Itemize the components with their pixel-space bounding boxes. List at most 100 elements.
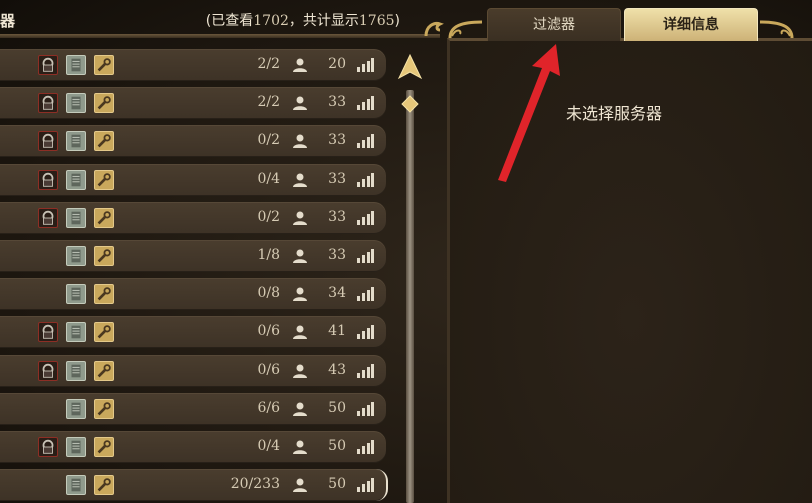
tab-ornament-right-icon (759, 20, 794, 39)
server-row[interactable]: 0/2 33 (0, 125, 386, 158)
person-icon (293, 96, 307, 111)
server-row[interactable]: 1/8 33 (0, 240, 386, 272)
dedicated-server-icon (66, 93, 86, 114)
person-icon (293, 249, 307, 263)
ping-value: 50 (328, 476, 346, 493)
server-list-title: 器 (0, 12, 16, 30)
signal-strength-icon (357, 287, 374, 302)
server-row[interactable]: 0/6 41 (0, 316, 386, 349)
mod-wrench-icon (94, 131, 114, 152)
ping-value: 20 (328, 56, 346, 72)
password-lock-icon (38, 169, 58, 190)
player-count: 20/233 (230, 476, 280, 493)
server-row[interactable]: 6/6 50 (0, 392, 386, 425)
player-count: 0/4 (257, 170, 280, 187)
server-row[interactable]: 0/4 33 (0, 163, 386, 196)
mod-wrench-icon (94, 322, 114, 343)
signal-strength-icon (357, 401, 374, 416)
person-icon (293, 325, 307, 340)
server-browser: 器 (已查看1702，共计显示1765) 2/2 20 2/2 33 0/2 33 0/4 3… (0, 0, 812, 503)
person-icon (293, 173, 307, 187)
server-row[interactable]: 2/2 20 (0, 49, 386, 81)
mod-wrench-icon (94, 55, 114, 75)
count-prefix: (已查看 (205, 13, 254, 29)
dedicated-server-icon (66, 131, 86, 152)
server-row[interactable]: 0/8 34 (0, 278, 386, 311)
ping-value: 33 (328, 208, 346, 225)
dedicated-server-icon (66, 437, 86, 457)
signal-strength-icon (357, 210, 374, 225)
ping-value: 34 (328, 285, 346, 302)
player-count: 0/2 (257, 208, 280, 225)
scrollbar-track[interactable] (406, 90, 414, 503)
count-suffix: ) (394, 13, 400, 29)
dedicated-server-icon (66, 398, 86, 419)
mod-wrench-icon (94, 284, 114, 305)
signal-strength-icon (357, 478, 374, 493)
password-lock-icon (38, 131, 58, 152)
red-arrow-annotation-icon (498, 44, 560, 182)
tab-filter[interactable]: 过滤器 (487, 8, 621, 41)
dedicated-server-icon (66, 284, 86, 305)
server-row[interactable]: 2/2 33 (0, 87, 386, 120)
mod-wrench-icon (94, 207, 114, 228)
mod-wrench-icon (94, 246, 114, 266)
total-count: 1765 (358, 13, 395, 29)
signal-strength-icon (357, 440, 374, 454)
player-count: 1/8 (257, 247, 280, 263)
mod-wrench-icon (94, 437, 114, 457)
no-server-selected-text: 未选择服务器 (566, 104, 663, 123)
mod-wrench-icon (94, 360, 114, 381)
scroll-up-arrow-icon[interactable] (396, 54, 424, 80)
signal-strength-icon (357, 172, 374, 187)
server-count-text: (已查看1702，共计显示1765) (206, 10, 400, 30)
player-count: 0/2 (257, 132, 280, 149)
dedicated-server-icon (66, 169, 86, 190)
mod-wrench-icon (94, 475, 114, 496)
player-count: 6/6 (257, 399, 280, 416)
person-icon (293, 364, 307, 378)
person-icon (293, 478, 307, 493)
password-lock-icon (38, 360, 58, 381)
password-lock-icon (38, 93, 58, 114)
tab-ornament-left-icon (448, 20, 483, 39)
password-lock-icon (38, 437, 58, 457)
ping-value: 33 (328, 170, 346, 187)
server-row[interactable]: 20/233 50 (0, 469, 388, 502)
mod-wrench-icon (94, 398, 114, 419)
scrollbar-thumb[interactable] (401, 95, 419, 113)
ping-value: 33 (328, 247, 346, 263)
person-icon (293, 58, 307, 72)
ping-value: 33 (328, 132, 346, 149)
server-row[interactable]: 0/4 50 (0, 431, 386, 463)
ping-value: 41 (328, 323, 346, 340)
player-count: 0/8 (257, 285, 280, 302)
person-icon (293, 440, 307, 454)
server-list-header: 器 (已查看1702，共计显示1765) (0, 0, 444, 40)
ping-value: 33 (328, 94, 346, 111)
person-icon (293, 287, 307, 302)
dedicated-server-icon (66, 207, 86, 228)
server-row[interactable]: 0/6 43 (0, 354, 386, 387)
ping-value: 50 (328, 438, 346, 454)
signal-strength-icon (357, 249, 374, 263)
signal-strength-icon (357, 134, 374, 149)
header-divider (0, 34, 440, 38)
password-lock-icon (38, 207, 58, 228)
person-icon (293, 134, 307, 149)
person-icon (293, 402, 307, 416)
mod-wrench-icon (94, 169, 114, 190)
signal-strength-icon (357, 58, 374, 72)
player-count: 0/6 (257, 361, 280, 378)
ping-value: 43 (328, 361, 346, 378)
password-lock-icon (38, 322, 58, 343)
person-icon (293, 211, 307, 225)
player-count: 0/6 (257, 323, 280, 340)
dedicated-server-icon (66, 360, 86, 381)
server-row[interactable]: 0/2 33 (0, 201, 386, 234)
tab-details[interactable]: 详细信息 (624, 8, 758, 41)
mod-wrench-icon (94, 93, 114, 114)
server-list: 2/2 20 2/2 33 0/2 33 0/4 33 0/2 33 1/8 33 0/8 34 0/6 41… (0, 45, 390, 503)
signal-strength-icon (357, 96, 374, 111)
corner-ornament-icon (424, 22, 444, 37)
